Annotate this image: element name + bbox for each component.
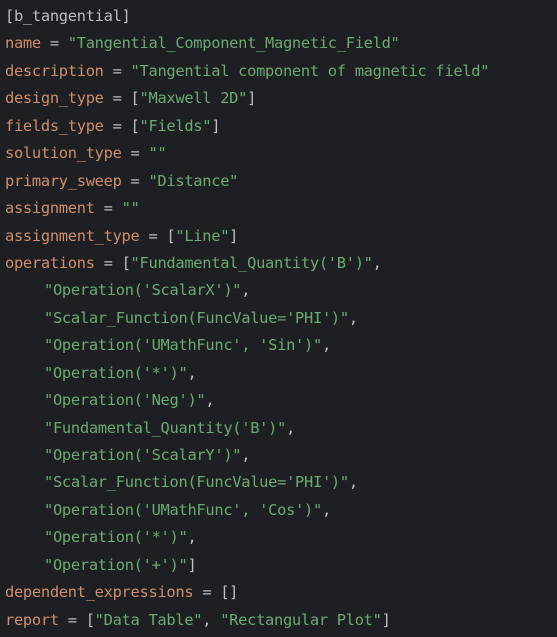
operations-item-line[interactable]: "Operation('UMathFunc', 'Sin')", xyxy=(0,332,557,359)
punctuation-token: = [ xyxy=(58,610,95,629)
operations-item-line[interactable]: "Scalar_Function(FuncValue='PHI')", xyxy=(0,305,557,332)
design-type-line[interactable]: design_type = ["Maxwell 2D"] xyxy=(0,85,557,112)
fields-type-line[interactable]: fields_type = ["Fields"] xyxy=(0,113,557,140)
punctuation-token: , xyxy=(348,473,358,492)
string-token: "Maxwell 2D" xyxy=(139,89,248,108)
punctuation-token: = xyxy=(94,199,122,218)
dependent-expressions-line[interactable]: dependent_expressions = [] xyxy=(0,579,557,606)
operations-item-line[interactable]: "Operation('*')", xyxy=(0,360,557,387)
punctuation-token: = [ xyxy=(94,253,131,272)
key-token: dependent_expressions xyxy=(5,583,194,602)
key-token: fields_type xyxy=(5,116,104,135)
punctuation-token: ] xyxy=(381,610,391,629)
punctuation-token: , xyxy=(348,308,358,327)
section-header-token: [b_tangential] xyxy=(5,7,131,25)
string-token: "Operation('UMathFunc', 'Sin')" xyxy=(44,336,322,355)
string-token: "Scalar_Function(FuncValue='PHI')" xyxy=(44,473,349,492)
string-token: "Operation('ScalarY')" xyxy=(44,446,242,464)
key-token: name xyxy=(5,34,41,53)
punctuation-token: = xyxy=(40,34,68,53)
string-token: "Line" xyxy=(175,226,230,245)
punctuation-token: = xyxy=(121,144,149,163)
key-token: assignment xyxy=(5,199,95,218)
punctuation-token: = [ xyxy=(103,116,140,135)
string-token: "Distance" xyxy=(148,171,239,190)
punctuation-token: , xyxy=(241,281,251,300)
punctuation-token: ] xyxy=(187,555,197,574)
key-token: description xyxy=(5,61,104,80)
operations-item-line[interactable]: "Fundamental_Quantity('B')", xyxy=(0,415,557,442)
punctuation-token: ] xyxy=(229,226,239,245)
string-token: "Tangential component of magnetic field" xyxy=(130,61,490,80)
primary-sweep-line[interactable]: primary_sweep = "Distance" xyxy=(0,168,557,195)
operations-item-line[interactable]: "Operation('Neg')", xyxy=(0,387,557,414)
assignment-type-line[interactable]: assignment_type = ["Line"] xyxy=(0,223,557,250)
string-token: "Operation('ScalarX')" xyxy=(44,281,242,300)
punctuation-token: ] xyxy=(247,89,257,108)
operations-item-line[interactable]: "Operation('ScalarY')", xyxy=(0,442,557,469)
operations-line[interactable]: operations = ["Fundamental_Quantity('B')… xyxy=(0,250,557,277)
solution-type-line[interactable]: solution_type = "" xyxy=(0,140,557,167)
string-token: "Scalar_Function(FuncValue='PHI')" xyxy=(44,308,349,327)
string-token: "Operation('Neg')" xyxy=(44,391,206,410)
punctuation-token: , xyxy=(372,253,382,272)
string-token: "Fields" xyxy=(139,116,212,135)
description-line[interactable]: description = "Tangential component of m… xyxy=(0,58,557,85)
punctuation-token: , xyxy=(321,336,331,355)
punctuation-token: = [] xyxy=(193,583,239,602)
string-token: "Fundamental_Quantity('B')" xyxy=(44,418,287,437)
punctuation-token: = [ xyxy=(103,89,140,108)
string-token: "Tangential_Component_Magnetic_Field" xyxy=(67,34,400,53)
string-token: "Operation('*')" xyxy=(44,528,188,547)
punctuation-token: , xyxy=(187,528,197,547)
string-token: "Rectangular Plot" xyxy=(220,610,382,629)
assignment-line[interactable]: assignment = "" xyxy=(0,195,557,222)
string-token: "Data Table" xyxy=(94,610,203,629)
section-header-line[interactable]: [b_tangential] xyxy=(0,3,557,30)
punctuation-token: , xyxy=(187,363,197,382)
punctuation-token: = xyxy=(103,61,131,80)
key-token: solution_type xyxy=(5,144,122,163)
operations-item-line[interactable]: "Operation('*')", xyxy=(0,524,557,551)
string-token: "" xyxy=(148,144,167,163)
punctuation-token: , xyxy=(321,500,331,519)
code-editor[interactable]: [b_tangential]name = "Tangential_Compone… xyxy=(0,0,557,637)
string-token: "Operation('*')" xyxy=(44,363,188,382)
string-token: "Fundamental_Quantity('B')" xyxy=(130,253,373,272)
name-line[interactable]: name = "Tangential_Component_Magnetic_Fi… xyxy=(0,30,557,57)
operations-item-line[interactable]: "Scalar_Function(FuncValue='PHI')", xyxy=(0,469,557,496)
punctuation-token: , xyxy=(286,418,296,437)
key-token: report xyxy=(5,610,59,629)
key-token: design_type xyxy=(5,89,104,108)
key-token: assignment_type xyxy=(5,226,140,245)
report-line[interactable]: report = ["Data Table", "Rectangular Plo… xyxy=(0,607,557,634)
punctuation-token: = xyxy=(121,171,149,190)
punctuation-token: , xyxy=(205,391,215,410)
operations-item-line[interactable]: "Operation('ScalarX')", xyxy=(0,277,557,304)
operations-item-line[interactable]: "Operation('UMathFunc', 'Cos')", xyxy=(0,497,557,524)
string-token: "Operation('+')" xyxy=(44,555,188,574)
punctuation-token: ] xyxy=(211,116,221,135)
key-token: operations xyxy=(5,253,95,272)
string-token: "Operation('UMathFunc', 'Cos')" xyxy=(44,500,322,519)
punctuation-token: = [ xyxy=(139,226,176,245)
string-token: "" xyxy=(121,199,140,218)
punctuation-token: , xyxy=(241,446,251,464)
key-token: primary_sweep xyxy=(5,171,122,190)
operations-item-line[interactable]: "Operation('+')"] xyxy=(0,552,557,579)
punctuation-token: , xyxy=(202,610,221,629)
